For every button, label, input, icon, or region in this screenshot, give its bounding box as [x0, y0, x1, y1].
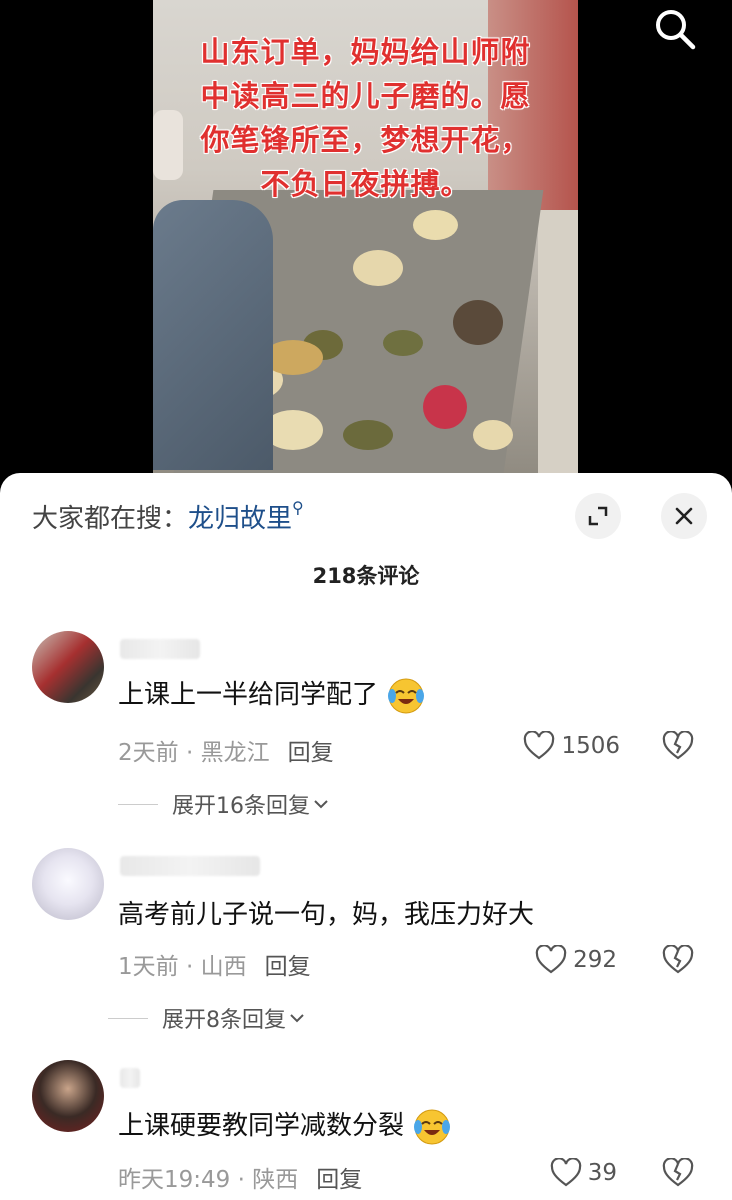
herb-slice [413, 210, 458, 240]
comment-count: 218条评论 [312, 564, 420, 588]
herb-slice [473, 420, 513, 450]
comment-time: 1天前 [118, 954, 179, 980]
username-blurred[interactable] [120, 856, 260, 876]
video-frame: 山东订单，妈妈给山师附中读高三的儿子磨的。愿你笔锋所至，梦想开花，不负日夜拼搏。 [153, 0, 578, 480]
trending-label: 大家都在搜： [32, 504, 189, 534]
avatar[interactable] [32, 1060, 104, 1132]
like-count: 39 [587, 1160, 617, 1186]
expand-replies-label: 展开8条回复 [162, 1008, 286, 1033]
heart-icon [550, 1158, 581, 1187]
heart-icon [524, 731, 555, 760]
comment-text: 上课上一半给同学配了 [118, 674, 426, 716]
search-icon [656, 10, 696, 50]
background-board [538, 210, 578, 480]
reply-button[interactable]: 回复 [265, 954, 311, 980]
username-blurred[interactable] [120, 1068, 140, 1088]
like-button[interactable]: 1506 [523, 731, 620, 761]
dislike-button[interactable] [662, 1157, 694, 1192]
like-count: 292 [573, 947, 617, 973]
herb-slice [453, 300, 503, 345]
comment-text-content: 上课上一半给同学配了 [118, 680, 379, 710]
close-icon [675, 507, 693, 525]
person-arm [153, 200, 273, 470]
reply-button[interactable]: 回复 [316, 1167, 362, 1193]
divider-line [118, 803, 158, 805]
comment-location: 黑龙江 [200, 740, 270, 766]
expand-button[interactable] [575, 493, 621, 539]
comment-time: 昨天19:49 [118, 1167, 231, 1193]
comment-time: 2天前 [118, 740, 179, 766]
close-button[interactable] [661, 493, 707, 539]
person-hand [153, 110, 183, 180]
comment-meta: 1天前 · 山西 回复 [118, 954, 311, 980]
crying-laughing-emoji [388, 678, 425, 713]
avatar[interactable] [32, 631, 104, 703]
comment-location: 陕西 [252, 1167, 299, 1193]
comment-location: 山西 [200, 954, 247, 980]
expand-replies[interactable]: 展开8条回复 [108, 1002, 308, 1034]
trending-search[interactable]: 大家都在搜：龙归故里⚲ [32, 498, 304, 535]
herb-slice [383, 330, 423, 356]
dislike-button[interactable] [662, 944, 694, 979]
comment-meta: 昨天19:49 · 陕西 回复 [118, 1167, 363, 1193]
comment-text-content: 上课硬要教同学减数分裂 [118, 1111, 405, 1141]
chevron-down-icon [314, 800, 328, 809]
heart-icon [535, 945, 567, 974]
broken-heart-icon [662, 730, 694, 760]
like-count: 1506 [561, 733, 620, 759]
comment-sheet: 大家都在搜：龙归故里⚲ 218条评论 上课上一半给同学配了 2天前 · 黑龙江回… [0, 473, 732, 1200]
reply-button[interactable]: 回复 [288, 740, 334, 766]
divider-line [108, 1017, 148, 1019]
like-button[interactable]: 292 [535, 945, 617, 975]
herb-slice [343, 420, 393, 450]
search-button[interactable] [652, 6, 698, 52]
chevron-down-icon [290, 1014, 304, 1023]
username-blurred[interactable] [120, 639, 200, 659]
expand-icon [588, 506, 608, 526]
video-player[interactable]: 山东订单，妈妈给山师附中读高三的儿子磨的。愿你笔锋所至，梦想开花，不负日夜拼搏。 [0, 0, 732, 480]
avatar[interactable] [32, 848, 104, 920]
broken-heart-icon [662, 1157, 694, 1187]
like-button[interactable]: 39 [550, 1158, 617, 1188]
broken-heart-icon [662, 944, 694, 974]
herb-slice [423, 385, 467, 429]
comment-text: 高考前儿子说一句，妈，我压力好大 [118, 900, 535, 930]
dislike-button[interactable] [662, 730, 694, 765]
crying-laughing-emoji [414, 1109, 451, 1144]
trending-keyword[interactable]: 龙归故里 [188, 504, 292, 534]
comment-text: 上课硬要教同学减数分裂 [118, 1105, 452, 1147]
expand-replies[interactable]: 展开16条回复 [118, 788, 332, 820]
expand-replies-label: 展开16条回复 [172, 794, 310, 819]
herb-slice [353, 250, 403, 286]
comment-meta: 2天前 · 黑龙江 回复 [118, 740, 334, 766]
video-caption: 山东订单，妈妈给山师附中读高三的儿子磨的。愿你笔锋所至，梦想开花，不负日夜拼搏。 [200, 35, 531, 201]
small-search-icon: ⚲ [292, 498, 304, 517]
